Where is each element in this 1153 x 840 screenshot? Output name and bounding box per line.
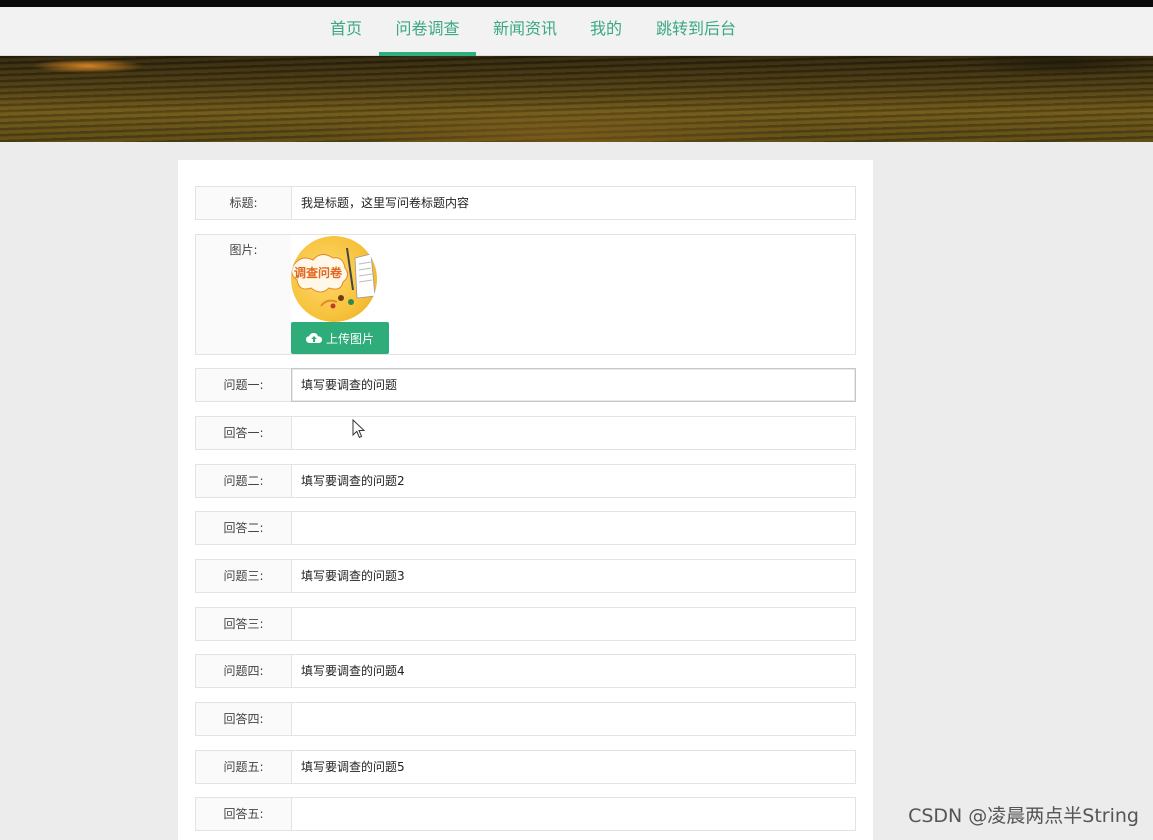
question-5-label: 问题五: bbox=[223, 760, 264, 774]
nav-home[interactable]: 首页 bbox=[330, 7, 362, 56]
question-2-label: 问题二: bbox=[223, 474, 264, 488]
question-2-row: 问题二: 填写要调查的问题2 bbox=[195, 464, 856, 498]
answer-3-label: 回答三: bbox=[223, 617, 264, 631]
upload-image-label: 上传图片 bbox=[325, 331, 374, 346]
question-3-row: 问题三: 填写要调查的问题3 bbox=[195, 559, 856, 593]
question-4-label: 问题四: bbox=[223, 664, 264, 678]
answer-1-label: 回答一: bbox=[223, 426, 264, 440]
window-top-bar bbox=[0, 0, 1153, 7]
mouse-cursor-icon bbox=[352, 419, 366, 439]
question-2-input[interactable]: 填写要调查的问题2 bbox=[291, 464, 856, 498]
question-4-input[interactable]: 填写要调查的问题4 bbox=[291, 654, 856, 688]
main-nav: 首页 问卷调查 新闻资讯 我的 跳转到后台 bbox=[0, 7, 1153, 56]
question-1-input[interactable]: 填写要调查的问题 bbox=[291, 368, 856, 402]
title-label: 标题: bbox=[229, 196, 258, 210]
answer-2-input[interactable] bbox=[291, 511, 856, 545]
image-row: 图片: 调查问卷 上传图片 bbox=[195, 234, 856, 355]
survey-illustration: 调查问卷 bbox=[291, 247, 376, 309]
question-1-label: 问题一: bbox=[223, 378, 264, 392]
question-3-input[interactable]: 填写要调查的问题3 bbox=[291, 559, 856, 593]
upload-image-button[interactable]: 上传图片 bbox=[291, 322, 389, 354]
nav-admin[interactable]: 跳转到后台 bbox=[656, 7, 736, 56]
nav-news[interactable]: 新闻资讯 bbox=[493, 7, 557, 56]
survey-image: 调查问卷 bbox=[291, 236, 377, 322]
nav-mine[interactable]: 我的 bbox=[590, 7, 622, 56]
watermark-text: CSDN @凌晨两点半String bbox=[908, 805, 1139, 827]
answer-1-row: 回答一: bbox=[195, 416, 856, 450]
title-row: 标题: 我是标题，这里写问卷标题内容 bbox=[195, 186, 856, 220]
answer-1-input[interactable] bbox=[291, 416, 856, 450]
question-4-row: 问题四: 填写要调查的问题4 bbox=[195, 654, 856, 688]
answer-2-row: 回答二: bbox=[195, 511, 856, 545]
survey-form-card: 标题: 我是标题，这里写问卷标题内容 图片: 调查问卷 上传图片 问题一: 填写… bbox=[178, 160, 873, 840]
answer-4-input[interactable] bbox=[291, 702, 856, 736]
question-5-row: 问题五: 填写要调查的问题5 bbox=[195, 750, 856, 784]
answer-2-label: 回答二: bbox=[223, 521, 264, 535]
question-5-input[interactable]: 填写要调查的问题5 bbox=[291, 750, 856, 784]
survey-image-text: 调查问卷 bbox=[294, 265, 343, 280]
answer-5-input[interactable] bbox=[291, 797, 856, 831]
nav-survey[interactable]: 问卷调查 bbox=[379, 7, 476, 56]
answer-4-label: 回答四: bbox=[223, 712, 264, 726]
banner-image bbox=[0, 56, 1153, 142]
image-field: 调查问卷 上传图片 bbox=[291, 235, 855, 354]
image-label: 图片: bbox=[229, 243, 258, 257]
question-3-label: 问题三: bbox=[223, 569, 264, 583]
answer-5-row: 回答五: bbox=[195, 797, 856, 831]
answer-3-row: 回答三: bbox=[195, 607, 856, 641]
question-1-row: 问题一: 填写要调查的问题 bbox=[195, 368, 856, 402]
answer-4-row: 回答四: bbox=[195, 702, 856, 736]
answer-5-label: 回答五: bbox=[223, 807, 264, 821]
cloud-upload-icon bbox=[305, 333, 322, 343]
title-input[interactable]: 我是标题，这里写问卷标题内容 bbox=[291, 186, 856, 220]
answer-3-input[interactable] bbox=[291, 607, 856, 641]
